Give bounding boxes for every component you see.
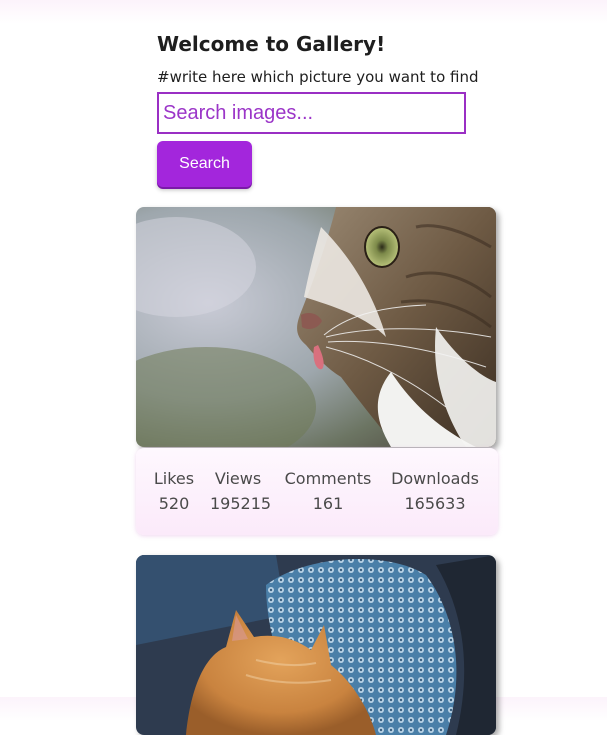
orange-cat-photo — [136, 555, 496, 735]
comments-label: Comments — [284, 469, 372, 488]
image-stats-panel: Likes 520 Views 195215 Comments 161 Down… — [136, 448, 498, 535]
views-stat: Views 195215 — [210, 468, 272, 515]
gallery-card[interactable] — [136, 555, 496, 735]
header: Welcome to Gallery! #write here which pi… — [157, 30, 517, 87]
downloads-value: 165633 — [404, 494, 466, 513]
gallery-card[interactable]: Likes 520 Views 195215 Comments 161 Down… — [136, 207, 498, 535]
downloads-stat: Downloads 165633 — [390, 468, 480, 515]
search-input[interactable] — [157, 92, 466, 134]
likes-value: 520 — [158, 494, 190, 513]
page-title: Welcome to Gallery! — [157, 32, 386, 56]
downloads-label: Downloads — [391, 469, 479, 488]
comments-value: 161 — [312, 494, 344, 513]
likes-stat: Likes 520 — [152, 468, 196, 515]
gallery-image-orange-cat[interactable] — [136, 555, 496, 735]
views-label: Views — [214, 469, 262, 488]
search-hint: #write here which picture you want to fi… — [157, 68, 479, 86]
cat-photo — [136, 207, 496, 447]
comments-stat: Comments 161 — [282, 468, 374, 515]
views-value: 195215 — [210, 494, 272, 513]
likes-label: Likes — [153, 469, 195, 488]
gallery-image-cat-closeup[interactable] — [136, 207, 496, 447]
search-button[interactable]: Search — [157, 141, 252, 187]
